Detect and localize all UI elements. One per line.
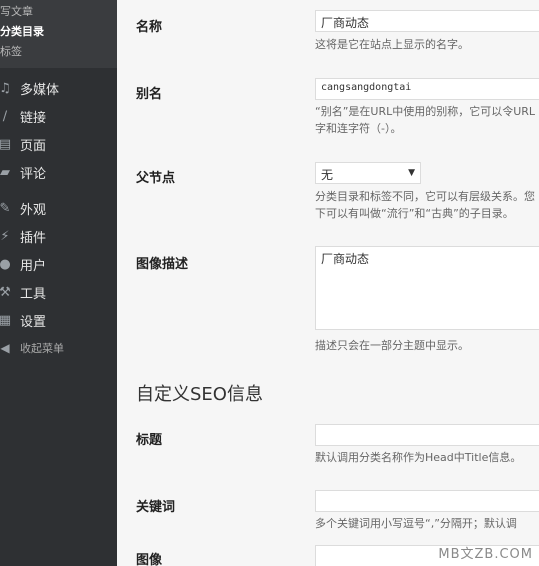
plugin-icon: ⚡ bbox=[0, 228, 10, 244]
name-description: 这将是它在站点上显示的名字。 bbox=[315, 38, 469, 51]
menu-item-plugins[interactable]: ⚡ 插件 bbox=[0, 222, 117, 250]
menu-item-label: 评论 bbox=[20, 166, 47, 182]
parent-description-line2: 下可以有叫做“流行”和“古典”的子目录。 bbox=[315, 207, 514, 220]
image-description-label: 图像描述 bbox=[136, 257, 189, 272]
menu-item-label: 用户 bbox=[20, 258, 47, 274]
menu-item-label: 页面 bbox=[20, 138, 47, 154]
keywords-description: 多个关键词用小写逗号“,”分隔开；默认调 bbox=[315, 517, 517, 530]
seo-section-title: 自定义SEO信息 bbox=[136, 384, 263, 405]
name-label: 名称 bbox=[136, 20, 163, 35]
parent-select-value: 无 bbox=[321, 168, 334, 182]
chevron-down-icon: ▼ bbox=[408, 168, 415, 178]
image-description-textarea[interactable]: 厂商动态 bbox=[315, 246, 539, 330]
menu-item-collapse[interactable]: ◀ 收起菜单 bbox=[0, 334, 117, 362]
slug-input[interactable]: cangsangdongtai bbox=[315, 78, 539, 100]
menu-item-appearance[interactable]: ✎ 外观 bbox=[0, 194, 117, 222]
admin-sidebar: 写文章 分类目录 标签 ♫ 多媒体 ∕ 链接 ▤ 页面 ▰ 评论 ✎ 外观 ⚡ … bbox=[0, 0, 117, 566]
title-label: 标题 bbox=[136, 433, 163, 448]
slug-label: 别名 bbox=[136, 87, 163, 102]
settings-icon: ▦ bbox=[0, 312, 12, 328]
user-icon: ● bbox=[0, 256, 11, 272]
admin-menu: ♫ 多媒体 ∕ 链接 ▤ 页面 ▰ 评论 ✎ 外观 ⚡ 插件 ● 用户 ⚒ 工具 bbox=[0, 74, 117, 362]
appearance-icon: ✎ bbox=[0, 200, 11, 216]
parent-label: 父节点 bbox=[136, 171, 176, 186]
parent-select[interactable]: 无 ▼ bbox=[315, 162, 421, 184]
menu-item-label: 设置 bbox=[20, 314, 47, 330]
menu-item-links[interactable]: ∕ 链接 bbox=[0, 102, 117, 130]
posts-submenu: 写文章 分类目录 标签 bbox=[0, 0, 117, 68]
tools-icon: ⚒ bbox=[0, 284, 11, 300]
media-icon: ♫ bbox=[0, 80, 11, 96]
comment-icon: ▰ bbox=[0, 164, 10, 180]
menu-item-label: 链接 bbox=[20, 110, 47, 126]
keywords-input[interactable] bbox=[315, 490, 539, 512]
name-input[interactable]: 厂商动态 bbox=[315, 10, 539, 32]
site-watermark: MB文ZB.COM bbox=[438, 547, 533, 562]
menu-item-label: 工具 bbox=[20, 286, 47, 302]
parent-description-line1: 分类目录和标签不同，它可以有层级关系。您 bbox=[315, 190, 535, 203]
link-icon: ∕ bbox=[2, 108, 8, 124]
menu-item-label: 收起菜单 bbox=[20, 342, 64, 355]
title-description: 默认调用分类名称作为Head中Title信息。 bbox=[315, 451, 522, 464]
page-icon: ▤ bbox=[0, 136, 12, 152]
menu-item-label: 多媒体 bbox=[20, 82, 60, 98]
menu-item-label: 外观 bbox=[20, 202, 47, 218]
menu-item-settings[interactable]: ▦ 设置 bbox=[0, 306, 117, 334]
slug-description-line2: 字和连字符（-）。 bbox=[315, 122, 402, 135]
image-description-help: 描述只会在一部分主题中显示。 bbox=[315, 339, 469, 352]
title-input[interactable] bbox=[315, 424, 539, 446]
edit-category-form: 名称 厂商动态 这将是它在站点上显示的名字。 别名 cangsangdongta… bbox=[117, 0, 539, 566]
menu-item-users[interactable]: ● 用户 bbox=[0, 250, 117, 278]
submenu-tags[interactable]: 标签 bbox=[0, 42, 117, 62]
menu-item-label: 插件 bbox=[20, 230, 47, 246]
menu-item-comments[interactable]: ▰ 评论 bbox=[0, 158, 117, 186]
menu-item-tools[interactable]: ⚒ 工具 bbox=[0, 278, 117, 306]
submenu-write-post[interactable]: 写文章 bbox=[0, 2, 117, 22]
image-label: 图像 bbox=[136, 553, 163, 566]
slug-description-line1: “别名”是在URL中使用的别称，它可以令URL bbox=[315, 105, 536, 118]
menu-item-pages[interactable]: ▤ 页面 bbox=[0, 130, 117, 158]
submenu-categories[interactable]: 分类目录 bbox=[0, 22, 117, 42]
keywords-label: 关键词 bbox=[136, 500, 176, 515]
menu-item-media[interactable]: ♫ 多媒体 bbox=[0, 74, 117, 102]
collapse-icon: ◀ bbox=[0, 341, 10, 355]
